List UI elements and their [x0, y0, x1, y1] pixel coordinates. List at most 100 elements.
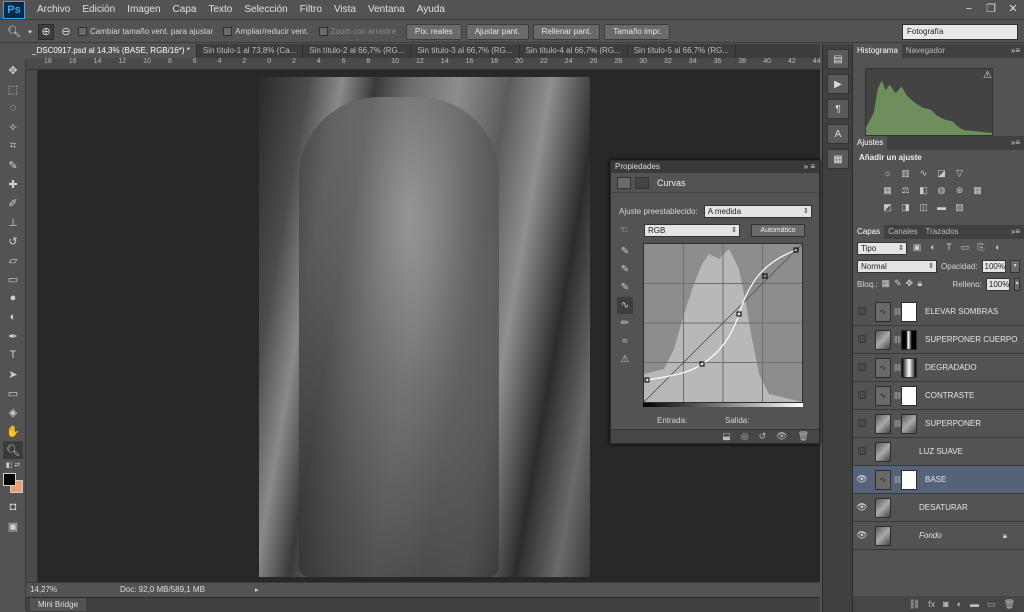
visibility-off-slot[interactable] [853, 362, 871, 373]
menu-archivo[interactable]: Archivo [31, 0, 76, 20]
tab-layers[interactable]: Capas [853, 225, 885, 239]
tab-sin-titulo-2[interactable]: Sin título-2 al 66,7% (RG... [303, 44, 412, 58]
layer-name[interactable]: ELEVAR SOMBRAS [925, 307, 998, 316]
checkbox-box[interactable] [78, 27, 87, 36]
menu-ayuda[interactable]: Ayuda [411, 0, 451, 20]
curves-adjustment-icon[interactable] [617, 176, 631, 189]
eyedropper-tool-icon[interactable]: ✎ [3, 156, 23, 174]
layer-name[interactable]: CONTRASTE [925, 391, 974, 400]
layer-name[interactable]: DEGRADADO [925, 363, 977, 372]
brightness-contrast-icon[interactable]: ☼ [881, 167, 894, 179]
opacity-slider-arrow-icon[interactable]: ▾ [1010, 259, 1020, 273]
curves-layer-thumbnail-icon[interactable]: ∿ [875, 301, 891, 322]
black-white-icon[interactable]: ◧ [917, 184, 930, 196]
document-size-info[interactable]: Doc: 92,0 MB/589,1 MB [120, 585, 205, 594]
filter-type-icon[interactable]: T [943, 242, 955, 254]
empty-visibility-slot[interactable] [858, 334, 866, 343]
black-point-eyedropper-icon[interactable]: ✎ [617, 243, 633, 260]
layer-row[interactable]: ∿ ⛓ ELEVAR SOMBRAS [853, 298, 1024, 326]
minimize-button[interactable]: − [958, 0, 980, 18]
gray-point-eyedropper-icon[interactable]: ✎ [617, 261, 633, 278]
mini-bridge-tab[interactable]: Mini Bridge [30, 598, 87, 611]
color-swatches[interactable] [0, 471, 26, 497]
empty-visibility-slot[interactable] [858, 390, 866, 399]
tab-sin-titulo-3[interactable]: Sin título-3 al 66,7% (RG... [411, 44, 520, 58]
curves-icon[interactable]: ∿ [917, 167, 930, 179]
zoom-all-checkbox[interactable]: Ampliar/reducir vent. [223, 27, 309, 36]
shape-tool-icon[interactable]: ▭ [3, 384, 23, 402]
layer-name[interactable]: BASE [925, 475, 946, 484]
menu-imagen[interactable]: Imagen [121, 0, 166, 20]
actions-panel-icon[interactable]: ▶ [827, 74, 849, 94]
crop-tool-icon[interactable]: ⌗ [3, 137, 23, 155]
default-colors-icon[interactable]: ◧ ⇄ [3, 460, 23, 470]
clip-to-layer-icon[interactable]: ⬓ [722, 431, 731, 442]
curves-layer-thumbnail-icon[interactable]: ∿ [875, 469, 891, 490]
exposure-icon[interactable]: ◪ [935, 167, 948, 179]
brush-tool-icon[interactable]: ✐ [3, 194, 23, 212]
print-size-button[interactable]: Tamaño impr. [604, 23, 671, 40]
mask-link-icon[interactable]: ⛓ [893, 364, 902, 372]
marquee-tool-icon[interactable]: ⬚ [3, 80, 23, 98]
layer-mask-thumbnail[interactable] [901, 413, 917, 434]
layer-row[interactable]: ⛓ SUPERPONER CUERPO [853, 326, 1024, 354]
zoom-in-icon[interactable]: ⊕ [38, 23, 54, 40]
visibility-off-slot[interactable] [853, 390, 871, 401]
delete-adjustment-icon[interactable]: 🗑︎ [798, 431, 809, 442]
empty-visibility-slot[interactable] [858, 306, 866, 315]
new-group-icon[interactable]: ▬ [970, 599, 979, 609]
layer-name[interactable]: LUZ SUAVE [919, 447, 963, 456]
tool-preset-arrow-icon[interactable]: ▾ [26, 24, 34, 40]
layer-row[interactable]: 👁︎ DESATURAR [853, 494, 1024, 522]
link-layers-icon[interactable]: ⛓ [909, 599, 920, 610]
tab-sin-titulo-5[interactable]: Sin título-5 al 66,7% (RG... [628, 44, 736, 58]
resize-windows-checkbox[interactable]: Cambiar tamaño vent. para ajustar [78, 27, 213, 36]
filter-adjustment-icon[interactable]: ◐ [927, 242, 939, 254]
gradient-map-icon[interactable]: ▬ [935, 201, 948, 213]
layer-mask-thumbnail[interactable] [901, 329, 917, 350]
menu-ventana[interactable]: Ventana [362, 0, 411, 20]
close-button[interactable]: ✕ [1002, 0, 1024, 18]
dodge-tool-icon[interactable]: ◐ [3, 308, 23, 326]
color-balance-icon[interactable]: ⚖ [899, 184, 912, 196]
layer-thumbnail[interactable] [875, 329, 891, 350]
invert-icon[interactable]: ◩ [881, 201, 894, 213]
lock-image-icon[interactable]: ✎ [894, 278, 902, 290]
layer-row[interactable]: 👁︎ Fondo 🔒︎ [853, 522, 1024, 550]
layer-row[interactable]: LUZ SUAVE [853, 438, 1024, 466]
restore-button[interactable]: ❐ [980, 0, 1002, 18]
channel-mixer-icon[interactable]: ⊛ [953, 184, 966, 196]
posterize-icon[interactable]: ◨ [899, 201, 912, 213]
tab-sin-titulo-1[interactable]: Sin título-1 al 73,8% (Ca... [197, 44, 304, 58]
lasso-tool-icon[interactable]: ◌ [3, 99, 23, 117]
layer-thumbnail[interactable] [875, 525, 891, 546]
tab-channels[interactable]: Canales [884, 225, 921, 239]
visibility-off-slot[interactable] [853, 334, 871, 345]
pen-tool-icon[interactable]: ✒ [3, 327, 23, 345]
curves-layer-thumbnail-icon[interactable]: ∿ [875, 385, 891, 406]
mask-icon[interactable] [635, 176, 649, 189]
new-adjustment-layer-icon[interactable]: ◐ [957, 599, 962, 609]
white-point-eyedropper-icon[interactable]: ✎ [617, 279, 633, 296]
delete-layer-icon[interactable]: 🗑︎ [1004, 599, 1015, 610]
curves-graph[interactable] [643, 243, 803, 403]
clone-stamp-tool-icon[interactable]: ⊥ [3, 213, 23, 231]
path-selection-tool-icon[interactable]: ➤ [3, 365, 23, 383]
visibility-eye-icon[interactable]: 👁︎ [853, 474, 871, 485]
mask-link-icon[interactable]: ⛓ [893, 308, 902, 316]
gradient-tool-icon[interactable]: ▭ [3, 270, 23, 288]
add-mask-icon[interactable]: ◙ [943, 599, 948, 609]
tab-adjustments[interactable]: Ajustes [853, 136, 888, 150]
photo-filter-icon[interactable]: ◍ [935, 184, 948, 196]
auto-button[interactable]: Automático [751, 224, 805, 237]
menu-filtro[interactable]: Filtro [294, 0, 328, 20]
levels-icon[interactable]: ▥ [899, 167, 912, 179]
layer-name[interactable]: SUPERPONER [925, 419, 981, 428]
visibility-off-slot[interactable] [853, 418, 871, 429]
layer-mask-thumbnail[interactable] [901, 385, 917, 406]
opacity-field[interactable]: 100% [981, 259, 1007, 273]
visibility-off-slot[interactable] [853, 446, 871, 457]
curve-point[interactable] [762, 273, 768, 279]
foreground-color-swatch[interactable] [3, 473, 16, 486]
draw-curve-pencil-icon[interactable]: ✏ [617, 315, 633, 332]
